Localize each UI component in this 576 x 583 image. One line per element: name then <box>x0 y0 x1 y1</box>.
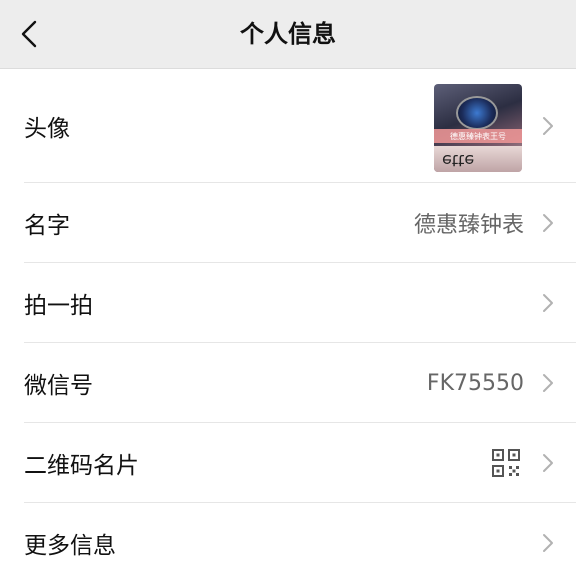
name-value: 德惠臻钟表 <box>413 213 524 238</box>
chevron-right-icon <box>542 423 554 503</box>
chevron-right-icon <box>542 263 554 343</box>
chevron-right-icon <box>542 503 554 583</box>
avatar-photo-text: ette <box>442 151 475 170</box>
name-row[interactable]: 名字 德惠臻钟表 <box>0 183 576 263</box>
name-label: 名字 <box>24 213 70 239</box>
navigation-bar: 个人信息 <box>0 0 576 69</box>
avatar: 德惠臻钟表王号 ette <box>434 84 522 172</box>
page-title: 个人信息 <box>240 20 336 48</box>
pat-label: 拍一拍 <box>24 293 93 319</box>
avatar-watermark: 德惠臻钟表王号 <box>434 129 522 143</box>
profile-list: 头像 德惠臻钟表王号 ette 名字 德惠臻钟表 拍一拍 微信号 FK75550 <box>0 69 576 583</box>
qr-code-label: 二维码名片 <box>24 453 139 479</box>
pat-row[interactable]: 拍一拍 <box>0 263 576 343</box>
watch-image <box>456 96 498 130</box>
wechat-id-value: FK75550 <box>426 370 524 396</box>
chevron-right-icon <box>542 343 554 423</box>
more-info-row[interactable]: 更多信息 <box>0 503 576 583</box>
qr-code-icon <box>492 449 520 477</box>
chevron-right-icon <box>542 183 554 263</box>
chevron-right-icon <box>542 69 554 183</box>
avatar-row[interactable]: 头像 德惠臻钟表王号 ette <box>0 69 576 183</box>
wechat-id-label: 微信号 <box>24 373 93 399</box>
avatar-label: 头像 <box>24 116 70 142</box>
wechat-id-row[interactable]: 微信号 FK75550 <box>0 343 576 423</box>
qr-code-row[interactable]: 二维码名片 <box>0 423 576 503</box>
more-info-label: 更多信息 <box>24 533 116 559</box>
